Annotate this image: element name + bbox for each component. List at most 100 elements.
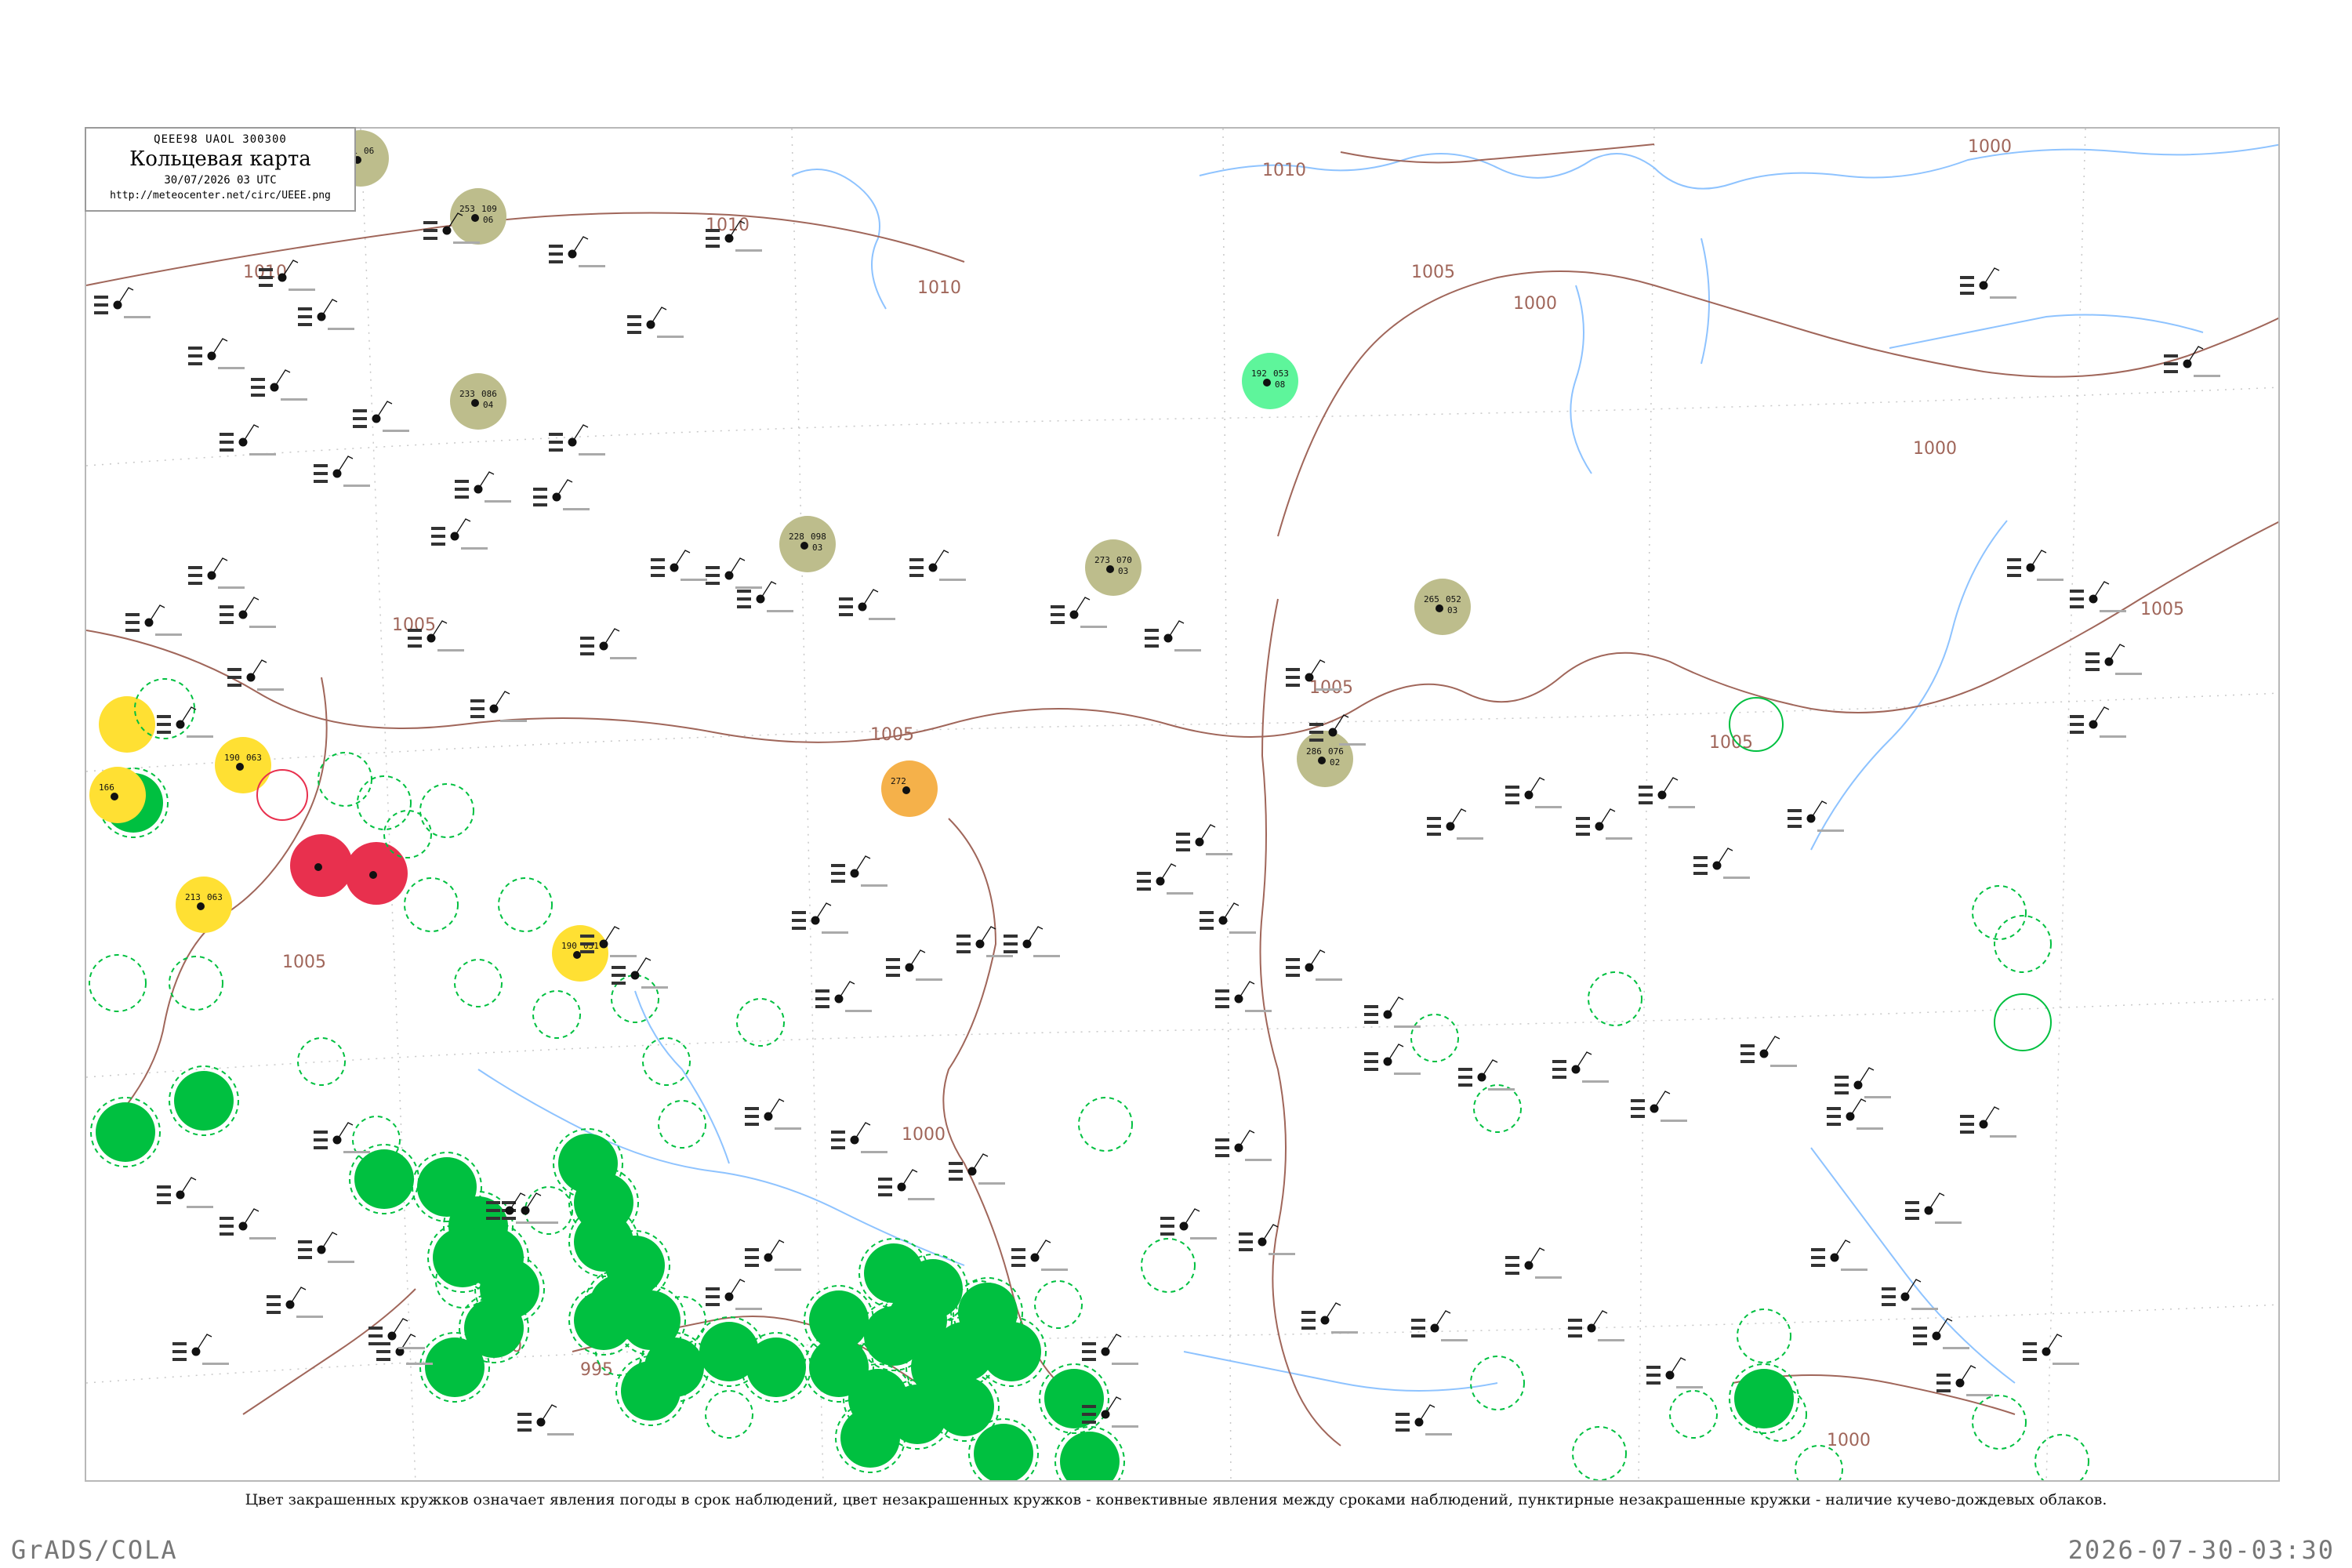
station-value-mark bbox=[1160, 1225, 1174, 1228]
station-value-mark bbox=[2007, 574, 2021, 577]
station-temp: 04 bbox=[483, 400, 494, 410]
station-value-mark bbox=[1639, 793, 1653, 797]
station-temp: 08 bbox=[1275, 379, 1285, 390]
station-cloud-cover bbox=[369, 871, 377, 879]
station-value-mark bbox=[745, 1248, 759, 1251]
station-value-mark bbox=[1004, 950, 1018, 953]
station-value-mark bbox=[314, 1138, 328, 1142]
station-value-mark bbox=[956, 950, 971, 953]
station-plot bbox=[651, 550, 707, 581]
station-value-mark bbox=[745, 1264, 759, 1267]
isobars bbox=[86, 143, 2278, 1446]
station-plot bbox=[1364, 996, 1421, 1028]
station-pressure: 192 bbox=[1251, 368, 1267, 379]
station-name-mark bbox=[1174, 649, 1201, 652]
station-value-mark bbox=[220, 448, 234, 452]
station-pressure: 190 bbox=[561, 941, 577, 951]
station-value-mark bbox=[1827, 1123, 1841, 1126]
station-value-mark bbox=[706, 1295, 720, 1298]
svg-text:1000: 1000 bbox=[1913, 439, 1957, 459]
station-value-mark bbox=[431, 543, 445, 546]
station-plot bbox=[455, 471, 511, 503]
station-value-mark bbox=[706, 1303, 720, 1306]
station-value-mark bbox=[949, 1170, 963, 1173]
station-value-mark bbox=[706, 237, 720, 240]
station-value-mark bbox=[1051, 613, 1065, 616]
station-value-mark bbox=[1960, 284, 1974, 287]
station-value-mark bbox=[267, 1311, 281, 1314]
station-value-mark bbox=[1936, 1389, 1951, 1392]
station-value-mark bbox=[878, 1178, 892, 1181]
station-plot bbox=[549, 236, 605, 267]
station-name-mark bbox=[343, 485, 370, 487]
station-name-mark bbox=[1606, 837, 1632, 840]
station-name-mark bbox=[249, 1237, 276, 1240]
map-area[interactable]: 1010 1010 1010 1010 1005 1005 1005 1005 … bbox=[85, 127, 2280, 1482]
station-name-mark bbox=[579, 265, 605, 267]
station-value-mark bbox=[886, 958, 900, 961]
station-value-mark bbox=[815, 1005, 829, 1008]
station-name-mark bbox=[641, 986, 668, 989]
station-name-mark bbox=[1598, 1339, 1624, 1341]
station-value-mark bbox=[1960, 1131, 1974, 1134]
station-plot bbox=[298, 1232, 354, 1263]
station-value-mark bbox=[1411, 1319, 1425, 1322]
station-value-mark bbox=[314, 464, 328, 467]
station-value-mark bbox=[1693, 864, 1708, 867]
station-value-mark bbox=[1936, 1374, 1951, 1377]
station-name-mark bbox=[281, 398, 307, 401]
station-name-mark bbox=[986, 955, 1013, 957]
station-value-mark bbox=[1740, 1044, 1755, 1047]
station-name-mark bbox=[1990, 296, 2016, 299]
station-name-mark bbox=[328, 328, 354, 330]
station-value-mark bbox=[1827, 1107, 1841, 1110]
station-plot bbox=[1215, 1130, 1272, 1161]
station-name-mark bbox=[1339, 743, 1366, 746]
station-value-mark bbox=[517, 1413, 532, 1416]
station-plot bbox=[1160, 1208, 1217, 1240]
rain-station-circle bbox=[935, 1322, 994, 1381]
station-value-mark bbox=[188, 354, 202, 358]
station-name-mark bbox=[249, 626, 276, 628]
station-name-mark bbox=[579, 453, 605, 456]
station-tendency: 053 bbox=[1273, 368, 1289, 379]
station-value-mark bbox=[1835, 1083, 1849, 1087]
station-value-mark bbox=[886, 974, 900, 977]
station-value-mark bbox=[549, 433, 563, 436]
station-value-mark bbox=[1913, 1327, 1927, 1330]
station-value-mark bbox=[737, 597, 751, 601]
station-name-mark bbox=[124, 316, 151, 318]
station-plot bbox=[1239, 1224, 1295, 1255]
station-name-mark bbox=[187, 1206, 213, 1208]
station-pressure: 265 bbox=[1424, 594, 1439, 604]
station-tendency: 086 bbox=[481, 389, 497, 399]
source-url[interactable]: http://meteocenter.net/circ/UEEE.png bbox=[86, 190, 354, 201]
station-name-mark bbox=[1935, 1221, 1962, 1224]
station-name-mark bbox=[861, 1151, 887, 1153]
station-pressure: 213 bbox=[185, 892, 201, 902]
station-name-mark bbox=[735, 249, 762, 252]
station-tendency: 06 bbox=[364, 146, 374, 156]
station-name-mark bbox=[775, 1127, 801, 1130]
station-plot bbox=[612, 957, 668, 989]
station-value-mark bbox=[792, 911, 806, 914]
station-value-mark bbox=[651, 566, 665, 569]
station-value-mark bbox=[956, 935, 971, 938]
station-value-mark bbox=[2070, 715, 2084, 718]
svg-text:1000: 1000 bbox=[1513, 294, 1557, 314]
station-value-mark bbox=[706, 574, 720, 577]
station-value-mark bbox=[1011, 1264, 1025, 1267]
station-plot bbox=[1740, 1036, 1797, 1067]
station-value-mark bbox=[1160, 1232, 1174, 1236]
station-value-mark bbox=[1145, 629, 1159, 632]
station-value-mark bbox=[1568, 1334, 1582, 1338]
station-value-mark bbox=[1082, 1358, 1096, 1361]
station-value-mark bbox=[1960, 292, 1974, 295]
station-value-mark bbox=[1693, 856, 1708, 859]
station-value-mark bbox=[1960, 276, 1974, 279]
convective-outline-circles bbox=[256, 697, 2052, 1051]
station-value-mark bbox=[1576, 817, 1590, 820]
station-value-mark bbox=[533, 495, 547, 499]
station-value-mark bbox=[580, 637, 594, 640]
station-name-mark bbox=[296, 1316, 323, 1318]
